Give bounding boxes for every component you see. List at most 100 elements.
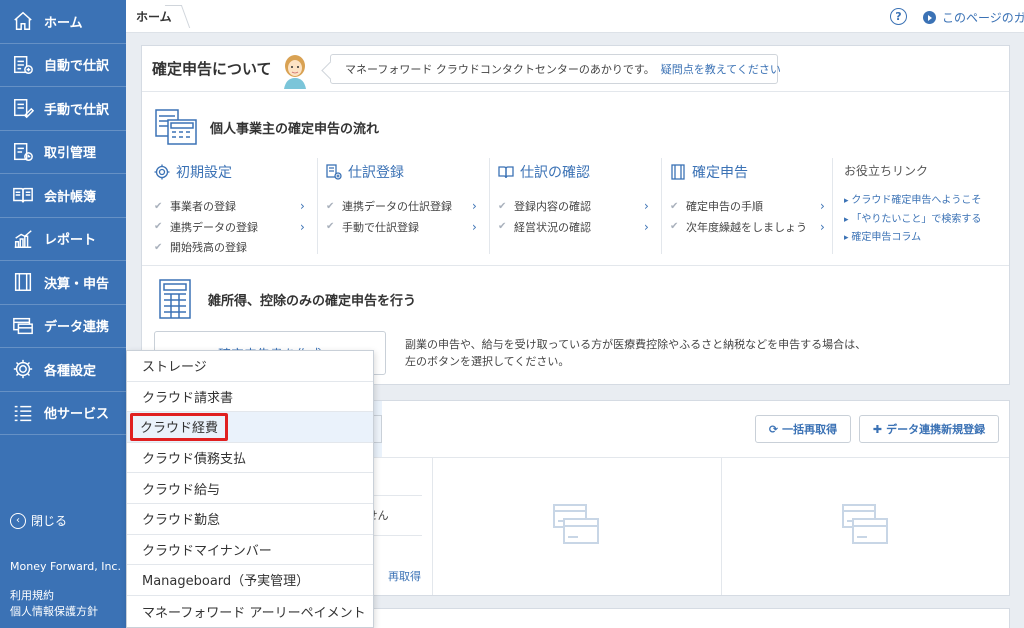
chevron-right-icon: › (820, 199, 825, 214)
menu-item-cloud-attendance[interactable]: クラウド勤怠 (127, 504, 373, 535)
flow-item[interactable]: ✔ 登録内容の確認 › (498, 196, 649, 217)
flow-item[interactable]: ✔ 連携データの仕訳登録 › (326, 196, 477, 217)
column-divider (489, 158, 490, 254)
flow-column-title-text: 確定申告 (692, 165, 748, 181)
flow-column-title[interactable]: 仕訳登録 (326, 162, 452, 182)
flow-column-journal-entry: 仕訳登録 ✔ 連携データの仕訳登録 › ✔ 手動で仕訳登録 › (326, 162, 477, 238)
check-icon: ✔ (154, 221, 163, 233)
check-icon: ✔ (498, 221, 507, 233)
column-divider (832, 158, 833, 254)
flow-column-journal-check: 仕訳の確認 ✔ 登録内容の確認 › ✔ 経営状況の確認 › (498, 162, 649, 238)
useful-link[interactable]: クラウド確定申告へようこそ (844, 191, 981, 210)
menu-item-cloud-invoice[interactable]: クラウド請求書 (127, 382, 373, 413)
description-line: 副業の申告や、給与を受け取っている方が医療費控除やふるさと納税などを申告する場合… (405, 338, 867, 351)
flow-title: 個人事業主の確定申告の流れ (210, 121, 380, 137)
journal-add-icon (326, 164, 342, 180)
check-icon: ✔ (326, 200, 335, 212)
brand-name: Money Forward, Inc. (10, 560, 121, 573)
bubble-link[interactable]: 疑問点を教えてください (661, 61, 781, 77)
flow-item[interactable]: ✔ 手動で仕訳登録 › (326, 217, 477, 238)
menu-item-cloud-payables[interactable]: クラウド債務支払 (127, 443, 373, 474)
sidebar-item-manual-journal[interactable]: 手動で仕訳 (0, 87, 126, 131)
breadcrumb-home: ホーム (136, 9, 172, 24)
sidebar-item-label: 会計帳簿 (44, 189, 97, 205)
sidebar-item-settings[interactable]: 各種設定 (0, 348, 126, 392)
terms-link[interactable]: 利用規約 (10, 587, 54, 603)
menu-item-manageboard[interactable]: Manageboard（予実管理） (127, 565, 373, 596)
sidebar-item-label: 手動で仕訳 (44, 102, 110, 118)
page-guide-link[interactable]: このページのガ (923, 9, 1024, 26)
useful-link[interactable]: 確定申告コラム (844, 228, 981, 247)
sidebar-item-transactions[interactable]: 取引管理 (0, 131, 126, 174)
menu-item-cloud-payroll[interactable]: クラウド給与 (127, 473, 373, 504)
document-icon (671, 164, 685, 180)
flow-item[interactable]: ✔ 開始残高の登録 (154, 237, 258, 258)
page-guide-label: このページのガ (942, 11, 1024, 25)
flow-item-label: 経営状況の確認 (514, 220, 591, 234)
check-icon: ✔ (670, 221, 679, 233)
flow-column-title-text: 仕訳の確認 (520, 165, 590, 181)
flow-column-title-text: 仕訳登録 (348, 165, 404, 181)
flow-item[interactable]: ✔ 確定申告の手順 › (670, 196, 825, 217)
sidebar-item-data-link[interactable]: データ連携 (0, 305, 126, 348)
flow-item-label: 連携データの仕訳登録 (342, 200, 452, 214)
check-icon: ✔ (670, 200, 679, 212)
help-icon[interactable]: ? (890, 8, 907, 25)
chevron-right-icon: › (300, 219, 305, 234)
misc-income-header: 雑所得、控除のみの確定申告を行う (158, 278, 416, 320)
sidebar-item-label: ホーム (44, 15, 83, 31)
flow-column-tax-return: 確定申告 ✔ 確定申告の手順 › ✔ 次年度繰越をしましょう › (670, 162, 825, 238)
gear-icon (10, 357, 36, 381)
data-link-icon (10, 314, 36, 338)
chevron-right-icon: › (472, 199, 477, 214)
card-header: 確定申告について マネーフォワード クラウドコンタクトセンターのあかりです。 疑… (142, 46, 1009, 92)
flow-column-title[interactable]: 仕訳の確認 (498, 162, 591, 182)
flow-item-label: 次年度繰越をしましょう (686, 220, 807, 234)
auto-journal-icon (10, 53, 36, 77)
top-bar: ホーム ? このページのガ (126, 0, 1024, 33)
avatar (283, 54, 306, 89)
sidebar-close-label: 閉じる (31, 514, 68, 528)
menu-item-storage[interactable]: ストレージ (127, 351, 373, 382)
refresh-all-label: 一括再取得 (782, 423, 838, 436)
chevron-right-icon: › (644, 199, 649, 214)
ledger-book-icon (10, 183, 36, 207)
sidebar-item-other-services[interactable]: 他サービス (0, 392, 126, 435)
menu-item-cloud-mynumber[interactable]: クラウドマイナンバー (127, 535, 373, 566)
flow-column-title[interactable]: 初期設定 (154, 162, 258, 182)
add-data-link-button[interactable]: ✚ データ連携新規登録 (859, 415, 999, 443)
refresh-icon: ⟳ (768, 422, 779, 436)
menu-item-early-payment[interactable]: マネーフォワード アーリーペイメント (127, 596, 373, 627)
closing-icon (10, 270, 36, 294)
other-services-menu: ストレージ クラウド請求書 クラウド経費 クラウド債務支払 クラウド給与 クラウ… (126, 350, 374, 628)
sidebar-item-ledger[interactable]: 会計帳簿 (0, 174, 126, 218)
flow-item[interactable]: ✔ 事業者の登録 › (154, 196, 305, 217)
flow-column-title[interactable]: 確定申告 (670, 162, 807, 182)
flow-item[interactable]: ✔ 経営状況の確認 › (498, 217, 649, 238)
bubble-text: マネーフォワード クラウドコンタクトセンターのあかりです。 (345, 63, 655, 76)
divider (374, 495, 422, 496)
chevron-right-icon: › (300, 199, 305, 214)
sidebar-item-label: レポート (44, 233, 97, 249)
add-data-link-label: データ連携新規登録 (886, 423, 986, 436)
credit-card-icon (553, 504, 599, 544)
useful-link[interactable]: 「やりたいこと」で検索する (844, 210, 981, 229)
flow-item[interactable]: ✔ 次年度繰越をしましょう › (670, 217, 825, 238)
book-icon (498, 166, 514, 179)
sidebar-item-report[interactable]: レポート (0, 218, 126, 261)
useful-links-title: お役立ちリンク (844, 164, 929, 178)
refresh-all-button[interactable]: ⟳ 一括再取得 (755, 415, 851, 443)
menu-item-cloud-expense[interactable]: クラウド経費 (127, 412, 373, 443)
sidebar-item-label: 他サービス (44, 407, 110, 423)
sidebar-item-home[interactable]: ホーム (0, 0, 126, 44)
home-icon (10, 9, 36, 33)
breadcrumb[interactable]: ホーム (126, 0, 186, 33)
sidebar-close-button[interactable]: ‹ 閉じる (10, 512, 67, 529)
flow-item[interactable]: ✔ 連携データの登録 › (154, 217, 305, 238)
sidebar-item-closing[interactable]: 決算・申告 (0, 261, 126, 305)
chevron-right-icon: › (644, 219, 649, 234)
refetch-link[interactable]: 再取得 (388, 568, 421, 584)
play-icon (923, 11, 936, 24)
sidebar-item-auto-journal[interactable]: 自動で仕訳 (0, 44, 126, 87)
privacy-link[interactable]: 個人情報保護方針 (10, 603, 98, 619)
